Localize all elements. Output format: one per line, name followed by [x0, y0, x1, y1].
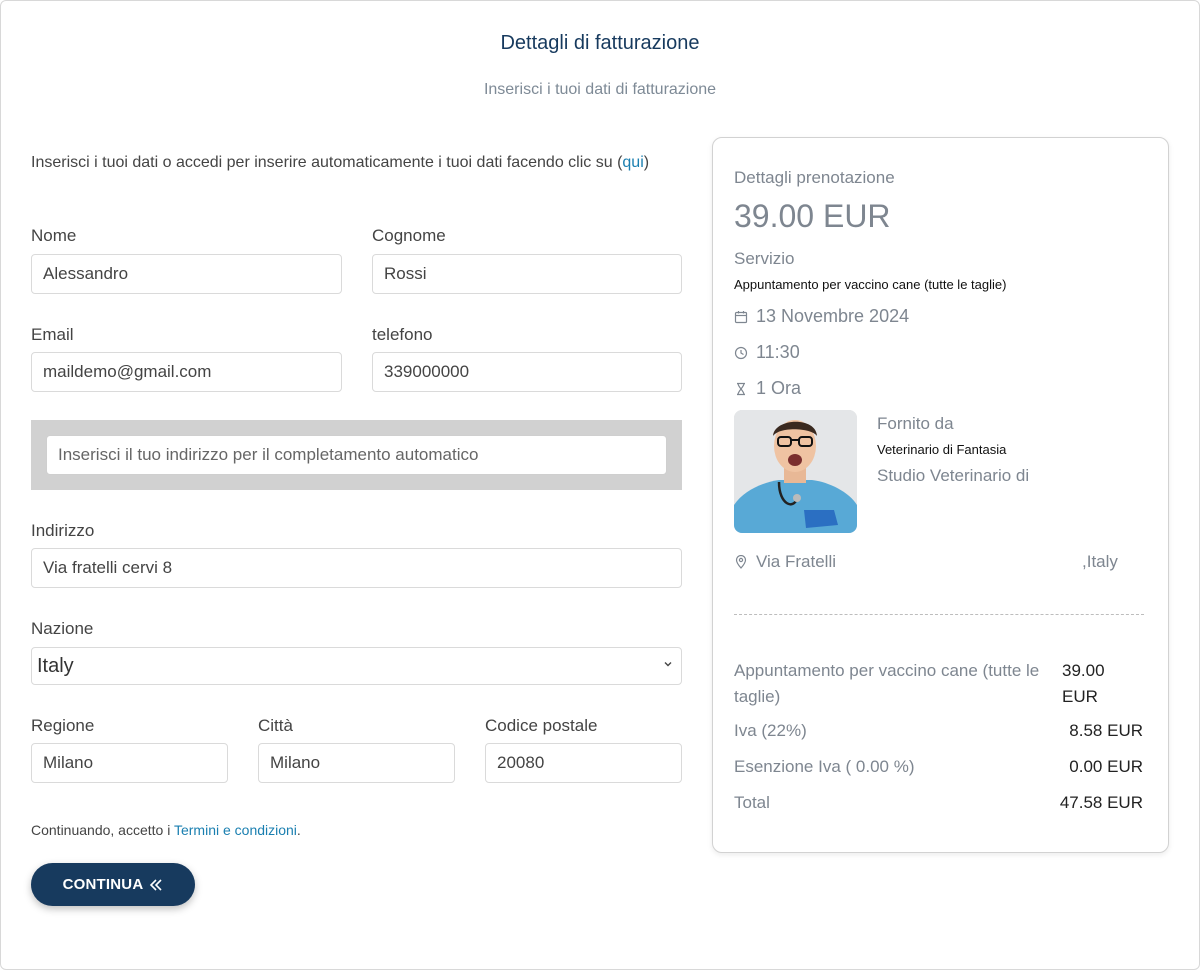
- region-input[interactable]: Milano: [31, 743, 228, 783]
- page-subtitle: Inserisci i tuoi dati di fatturazione: [483, 81, 717, 98]
- city-label: Città: [258, 716, 293, 735]
- region-label: Regione: [31, 716, 95, 735]
- city-input[interactable]: Milano: [258, 743, 455, 783]
- chevron-down-icon: [664, 662, 672, 667]
- provider-photo: [734, 410, 857, 533]
- email-label: Email: [31, 325, 74, 344]
- booking-duration-row: 1 Ora: [734, 378, 801, 399]
- total-label: Total: [734, 793, 770, 812]
- terms-prefix: Continuando, accetto i: [31, 822, 171, 838]
- hourglass-icon: [737, 382, 745, 395]
- location-country: ,Italy: [1082, 552, 1118, 571]
- address-autocomplete-input[interactable]: Inserisci il tuo indirizzo per il comple…: [46, 435, 667, 475]
- country-select[interactable]: Italy: [31, 647, 682, 685]
- calendar-icon: [734, 310, 748, 323]
- summary-divider: [734, 614, 1144, 615]
- total-amount: 47.58 EUR: [1059, 793, 1143, 812]
- phone-label: telefono: [372, 325, 433, 344]
- double-chevron-left-icon: [150, 878, 162, 891]
- vat-exemption-amount: 0.00 EUR: [1069, 757, 1143, 776]
- first-name-input[interactable]: Alessandro: [31, 254, 342, 294]
- terms-link[interactable]: Termini e condizioni: [174, 822, 297, 838]
- email-input[interactable]: maildemo@gmail.com: [31, 352, 342, 392]
- vat-exemption-label: Esenzione Iva ( 0.00 %): [734, 757, 915, 776]
- address-autocomplete-panel: Inserisci il tuo indirizzo per il comple…: [31, 420, 682, 490]
- vat-label: Iva (22%): [734, 721, 807, 740]
- terms-suffix: .: [296, 822, 301, 838]
- clock-icon: [734, 346, 748, 359]
- map-pin-icon: [735, 555, 747, 569]
- first-name-label: Nome: [31, 226, 77, 245]
- page-title: Dettagli di fatturazione: [500, 32, 700, 54]
- booking-time: 11:30: [756, 342, 800, 362]
- intro-message: Inserisci i tuoi dati o accedi per inser…: [31, 154, 613, 171]
- vat-amount: 8.58 EUR: [1069, 721, 1143, 740]
- continue-button[interactable]: CONTINUA: [31, 863, 195, 906]
- postal-code-input[interactable]: 20080: [485, 743, 682, 783]
- address-input[interactable]: Via fratelli cervi 8: [31, 548, 682, 588]
- provider-organization: Studio Veterinario di: [877, 466, 1030, 485]
- line-item-amount: 39.00 EUR: [1062, 661, 1105, 706]
- address-label: Indirizzo: [31, 521, 95, 540]
- intro-link-close: ): [643, 154, 650, 171]
- last-name-label: Cognome: [372, 226, 446, 245]
- service-name: Appuntamento per vaccino cane (tutte le …: [734, 277, 1007, 292]
- continue-button-label: CONTINUA: [62, 876, 144, 893]
- phone-input[interactable]: 339000000: [372, 352, 682, 392]
- provider-label: Fornito da: [877, 414, 954, 433]
- country-selected-value: Italy: [37, 654, 74, 677]
- terms-text: Continuando, accetto i Termini e condizi…: [31, 822, 301, 838]
- booking-date: 13 Novembre 2024: [756, 306, 910, 326]
- booking-summary-card: Dettagli prenotazione 39.00 EUR Servizio…: [712, 137, 1169, 853]
- summary-price: 39.00 EUR: [734, 198, 891, 234]
- booking-date-row: 13 Novembre 2024: [734, 306, 909, 327]
- location-row: Via Fratelli: [734, 552, 836, 572]
- postal-code-label: Codice postale: [485, 716, 598, 735]
- login-link[interactable]: qui: [622, 154, 643, 171]
- booking-time-row: 11:30: [734, 342, 800, 363]
- summary-heading: Dettagli prenotazione: [734, 168, 895, 187]
- country-label: Nazione: [31, 619, 94, 638]
- line-item-label: Appuntamento per vaccino cane (tutte le …: [734, 661, 1040, 706]
- location-address: Via Fratelli: [756, 552, 836, 571]
- provider-name: Veterinario di Fantasia: [877, 442, 1007, 457]
- last-name-input[interactable]: Rossi: [372, 254, 682, 294]
- service-label: Servizio: [734, 249, 795, 268]
- booking-duration: 1 Ora: [756, 378, 802, 398]
- intro-text: Inserisci i tuoi dati o accedi per inser…: [31, 149, 691, 176]
